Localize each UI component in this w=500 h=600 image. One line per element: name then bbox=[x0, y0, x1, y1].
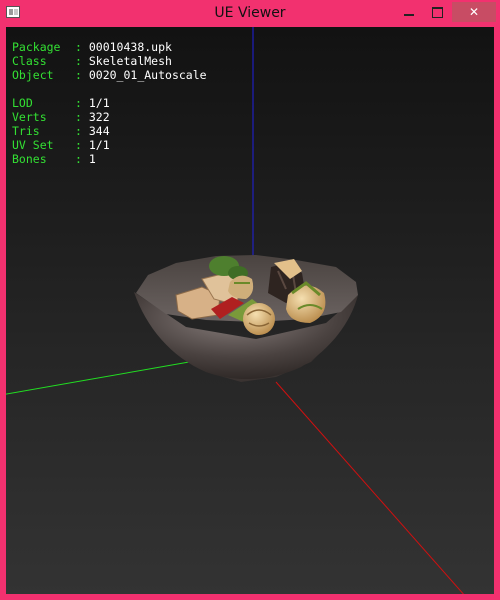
minimize-icon bbox=[404, 14, 414, 16]
minimize-button[interactable] bbox=[396, 2, 422, 22]
lod-row: LOD : 1/1 bbox=[12, 96, 110, 110]
close-button[interactable]: ✕ bbox=[452, 2, 496, 22]
tris-row: Tris : 344 bbox=[12, 124, 110, 138]
class-row: Class : SkeletalMesh bbox=[12, 54, 172, 68]
uvset-row: UV Set : 1/1 bbox=[12, 138, 110, 152]
x-axis-line bbox=[275, 381, 465, 594]
title-bar[interactable]: UE Viewer ✕ bbox=[0, 0, 500, 26]
maximize-icon bbox=[431, 7, 443, 18]
bones-row: Bones : 1 bbox=[12, 152, 96, 166]
object-row: Object : 0020_01_Autoscale bbox=[12, 68, 207, 82]
y-axis-line bbox=[6, 361, 190, 395]
food-dumpling-center bbox=[243, 303, 275, 335]
close-icon: ✕ bbox=[468, 5, 480, 19]
app-window: UE Viewer ✕ Package: 00010438.upk Class… bbox=[0, 0, 500, 600]
maximize-button[interactable] bbox=[424, 2, 450, 22]
verts-row: Verts : 322 bbox=[12, 110, 110, 124]
package-row: Package: 00010438.upk bbox=[12, 40, 172, 54]
mesh-info-overlay: Package: 00010438.upk Class : SkeletalMe… bbox=[12, 40, 207, 166]
3d-viewport[interactable]: Package: 00010438.upk Class : SkeletalMe… bbox=[6, 27, 494, 594]
